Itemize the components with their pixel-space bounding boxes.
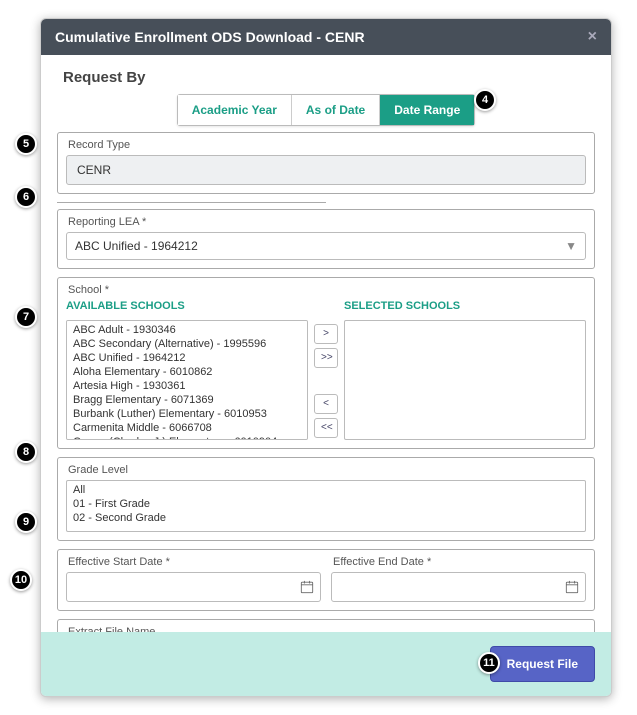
callout-badge: 10 xyxy=(10,569,32,591)
end-date-field[interactable] xyxy=(338,579,565,595)
dates-section: Effective Start Date * Effective End Dat… xyxy=(57,549,595,611)
move-all-left-button[interactable]: << xyxy=(314,418,338,438)
start-date-label: Effective Start Date * xyxy=(68,556,321,568)
callout-badge: 6 xyxy=(15,186,37,208)
move-right-button[interactable]: > xyxy=(314,324,338,344)
end-date-input[interactable] xyxy=(331,572,586,602)
list-item[interactable]: Artesia High - 1930361 xyxy=(71,379,303,393)
list-item[interactable]: Carver (Charles J.) Elementary - 6010904 xyxy=(71,435,303,440)
callout-badge: 5 xyxy=(15,133,37,155)
divider xyxy=(57,202,326,203)
reporting-lea-section: Reporting LEA * ABC Unified - 1964212 ▼ xyxy=(57,209,595,269)
tab-date-range[interactable]: Date Range xyxy=(379,95,474,125)
list-item[interactable]: All xyxy=(71,483,581,497)
callout-badge: 8 xyxy=(15,441,37,463)
move-left-button[interactable]: < xyxy=(314,394,338,414)
extract-section: Extract File Name xyxy=(57,619,595,632)
list-item[interactable]: ABC Secondary (Alternative) - 1995596 xyxy=(71,337,303,351)
grade-level-label: Grade Level xyxy=(68,464,586,476)
tab-academic-year[interactable]: Academic Year xyxy=(178,95,291,125)
calendar-icon[interactable] xyxy=(565,580,579,594)
dialog-header: Cumulative Enrollment ODS Download - CEN… xyxy=(41,19,611,55)
list-item[interactable]: 01 - First Grade xyxy=(71,497,581,511)
dialog-footer: Request File xyxy=(41,632,611,696)
record-type-label: Record Type xyxy=(68,139,586,151)
selected-schools-label: SELECTED SCHOOLS xyxy=(344,300,586,312)
dialog: Cumulative Enrollment ODS Download - CEN… xyxy=(40,18,612,697)
list-item[interactable]: 02 - Second Grade xyxy=(71,511,581,525)
list-item[interactable]: Aloha Elementary - 6010862 xyxy=(71,365,303,379)
selected-schools-list[interactable] xyxy=(344,320,586,440)
move-all-right-button[interactable]: >> xyxy=(314,348,338,368)
request-file-button[interactable]: Request File xyxy=(490,646,595,682)
school-section: School * AVAILABLE SCHOOLS SELECTED SCHO… xyxy=(57,277,595,449)
grade-level-select[interactable]: All01 - First Grade02 - Second Grade xyxy=(66,480,586,532)
calendar-icon[interactable] xyxy=(300,580,314,594)
record-type-section: Record Type CENR xyxy=(57,132,595,194)
reporting-lea-select[interactable]: ABC Unified - 1964212 ▼ xyxy=(66,232,586,260)
transfer-buttons: > >> < << xyxy=(314,320,338,440)
request-by-label: Request By xyxy=(63,69,595,86)
callout-badge: 11 xyxy=(478,652,500,674)
list-item[interactable]: ABC Unified - 1964212 xyxy=(71,351,303,365)
callout-badge: 7 xyxy=(15,306,37,328)
list-item[interactable]: Burbank (Luther) Elementary - 6010953 xyxy=(71,407,303,421)
list-item[interactable]: Bragg Elementary - 6071369 xyxy=(71,393,303,407)
end-date-label: Effective End Date * xyxy=(333,556,586,568)
reporting-lea-value: ABC Unified - 1964212 xyxy=(75,239,198,253)
request-by-tabs: Academic Year As of Date Date Range xyxy=(177,94,476,126)
start-date-field[interactable] xyxy=(73,579,300,595)
callout-badge: 4 xyxy=(474,89,496,111)
grade-level-section: Grade Level All01 - First Grade02 - Seco… xyxy=(57,457,595,541)
record-type-value: CENR xyxy=(66,155,586,185)
available-schools-label: AVAILABLE SCHOOLS xyxy=(66,300,308,312)
available-schools-list[interactable]: ABC Adult - 1930346ABC Secondary (Altern… xyxy=(66,320,308,440)
callout-badge: 9 xyxy=(15,511,37,533)
school-label: School * xyxy=(68,284,586,296)
close-icon[interactable]: × xyxy=(588,28,597,46)
list-item[interactable]: ABC Adult - 1930346 xyxy=(71,323,303,337)
reporting-lea-label: Reporting LEA * xyxy=(68,216,586,228)
start-date-input[interactable] xyxy=(66,572,321,602)
list-item[interactable]: Carmenita Middle - 6066708 xyxy=(71,421,303,435)
dialog-body: Request By Academic Year As of Date Date… xyxy=(41,55,611,632)
chevron-down-icon: ▼ xyxy=(565,239,577,253)
dialog-title: Cumulative Enrollment ODS Download - CEN… xyxy=(55,29,365,45)
tab-as-of-date[interactable]: As of Date xyxy=(291,95,379,125)
